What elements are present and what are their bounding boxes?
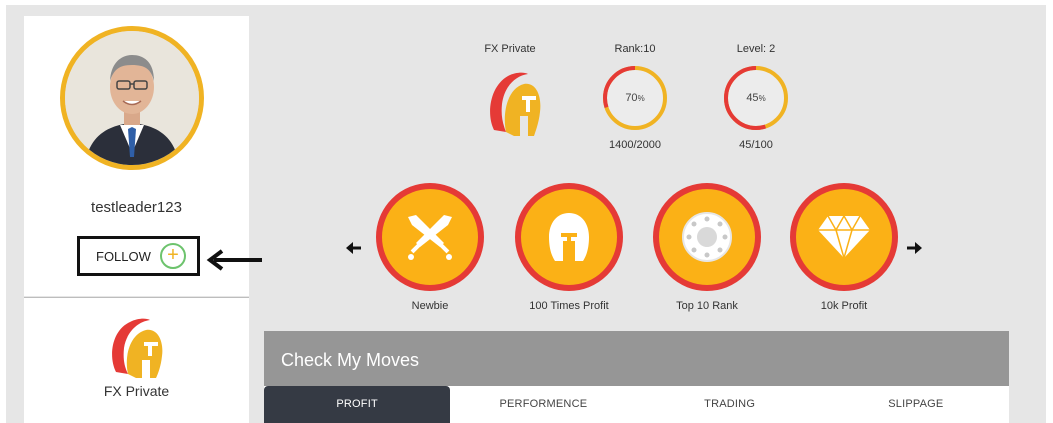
badge-top-10-rank[interactable] [653, 183, 761, 291]
spartan-helmet-icon [112, 318, 163, 378]
spartan-helmet-icon [490, 72, 541, 136]
brand-card: FX Private [24, 298, 249, 423]
rank-percent-sign: % [637, 94, 645, 103]
username: testleader123 [91, 199, 182, 216]
badge-label-top-10-rank: Top 10 Rank [676, 300, 738, 312]
follow-label: FOLLOW [96, 248, 151, 264]
rank-percent: 70 [625, 92, 638, 104]
badge-newbie[interactable] [376, 183, 484, 291]
arrow-right-icon[interactable] [906, 242, 922, 254]
level-progress-ring: 45% [723, 65, 789, 131]
badge-label-10k-profit: 10k Profit [820, 300, 868, 312]
badge-10k-profit[interactable] [790, 183, 898, 291]
annotation-arrow-icon [206, 249, 262, 271]
brand-name: FX Private [103, 383, 170, 399]
tab-trading[interactable]: TRADING [637, 386, 823, 423]
header-brand-name: FX Private [484, 43, 536, 55]
moves-title: Check My Moves [281, 350, 420, 370]
helmet-icon [549, 213, 589, 261]
level-percent: 45 [746, 92, 759, 104]
rank-progress: 1400/2000 [609, 139, 661, 151]
level-progress: 45/100 [739, 139, 773, 151]
tab-performence[interactable]: PERFORMENCE [450, 386, 636, 423]
rank-progress-ring: 70% [602, 65, 668, 131]
avatar[interactable] [60, 26, 204, 170]
moves-header: Check My Moves [264, 331, 1009, 386]
crossed-swords-icon [408, 215, 452, 260]
follow-button[interactable]: FOLLOW + [77, 236, 200, 276]
arrow-left-icon[interactable] [346, 242, 362, 254]
diamond-icon [818, 214, 870, 260]
level-label: Level: 2 [736, 43, 776, 55]
plus-icon: + [159, 243, 186, 269]
badge-label-100-times-profit: 100 Times Profit [529, 300, 609, 312]
tab-profit[interactable]: PROFIT [264, 386, 451, 423]
badge-label-newbie: Newbie [411, 300, 449, 312]
shield-icon [682, 212, 732, 262]
rank-label: Rank:10 [614, 43, 656, 55]
moves-tabs: PROFIT PERFORMENCE TRADING SLIPPAGE [264, 386, 1009, 423]
badge-100-times-profit[interactable] [515, 183, 623, 291]
level-percent-sign: % [758, 94, 766, 103]
tab-slippage[interactable]: SLIPPAGE [823, 386, 1009, 423]
